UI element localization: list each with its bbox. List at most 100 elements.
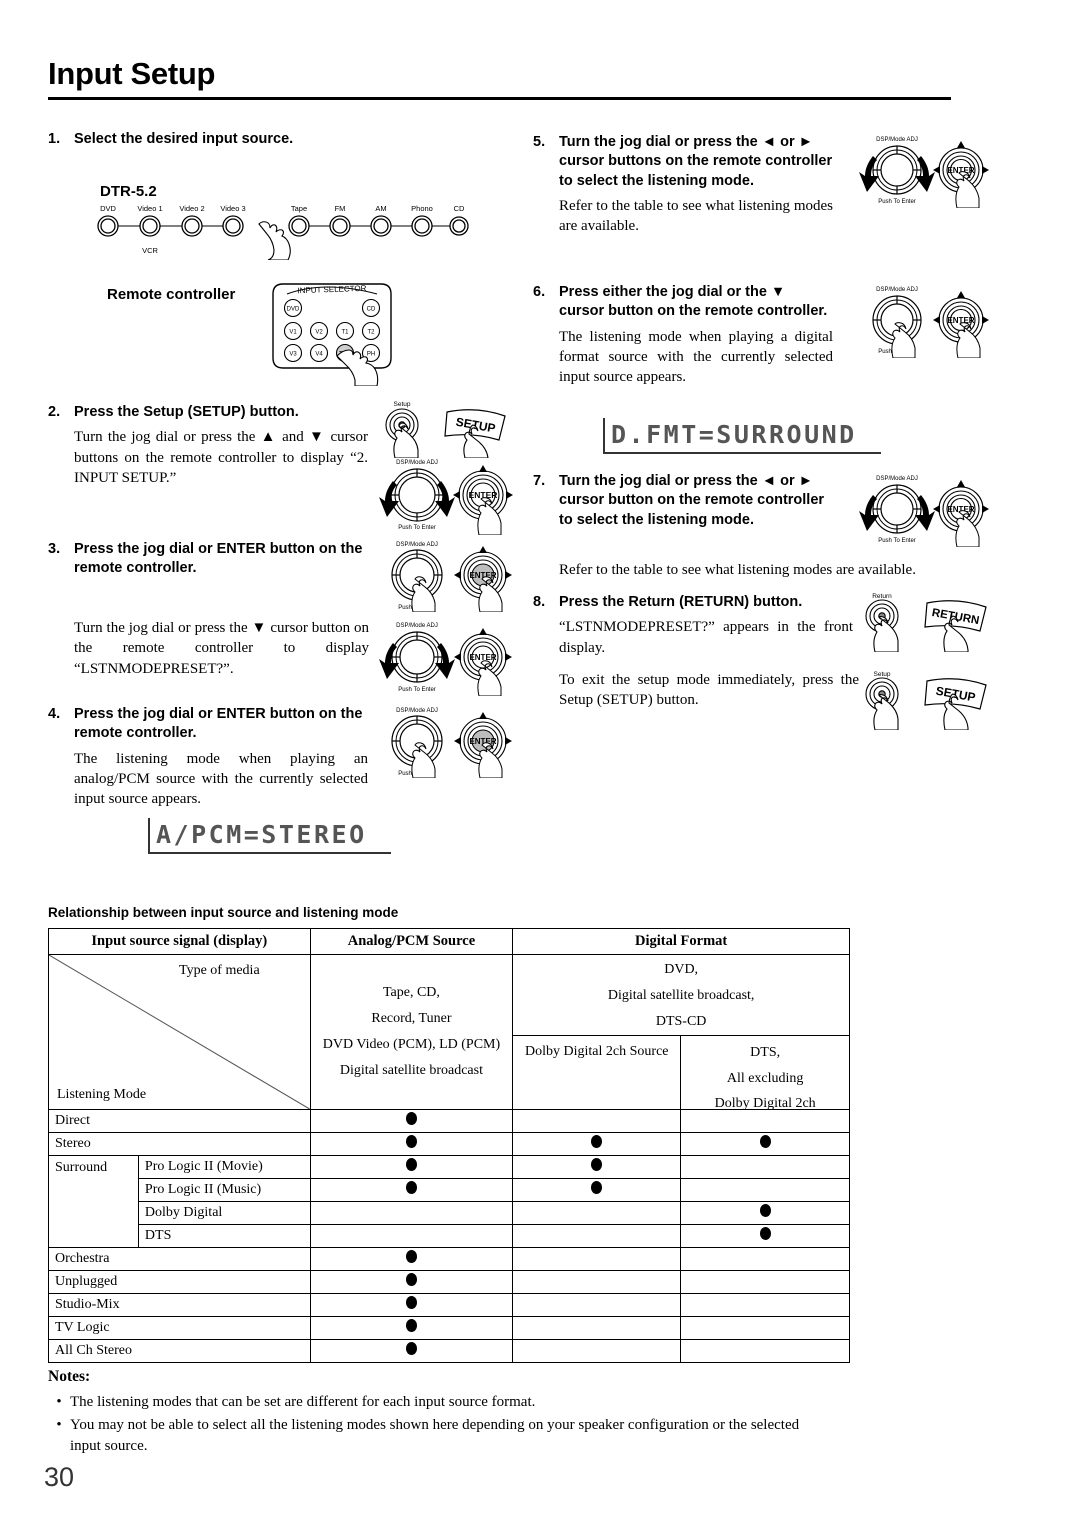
bullet-dot: [591, 1158, 603, 1171]
note-bullet-icon: •: [56, 1394, 62, 1410]
remote-btn-dvd: DVD: [287, 307, 300, 313]
lcd-display-digital-format: D.FMT=SURROUND: [603, 418, 881, 454]
step-5-body: Refer to the table to see what listening…: [559, 197, 833, 235]
step-4-number: 4.: [48, 706, 61, 722]
step-6-heading: 6. Press either the jog dial or the ▼ cu…: [533, 283, 833, 322]
step-3-heading: 3. Press the jog dial or ENTER button on…: [48, 540, 368, 579]
bullet-dot: [405, 1273, 417, 1286]
jog-dial-push-illustration-step6: DSP/Mode ADJ Push To Enter ENTER: [872, 287, 989, 358]
step-4-heading-text: Press the jog dial or ENTER button on th…: [74, 706, 363, 742]
title-divider: [48, 97, 951, 100]
bullet-dot: [405, 1342, 417, 1355]
step-7: 7. Turn the jog dial or press the ◄ or ►…: [533, 472, 833, 530]
dot-orchestra-dd2ch: [512, 1247, 682, 1271]
jog-dial-bottom-label: Push To Enter: [398, 687, 436, 693]
dts-line-3: Dolby Digital 2ch: [714, 1096, 816, 1112]
knob-label-phono: Phono: [411, 204, 433, 213]
step-5-heading: 5. Turn the jog dial or press the ◄ or ►…: [533, 133, 833, 191]
jog-dial-top-label: DSP/Mode ADJ: [876, 476, 918, 482]
jog-dial-top-label: DSP/Mode ADJ: [396, 460, 438, 466]
knob-label-video2: Video 2: [179, 204, 204, 213]
digital-media-line-1: DVD,: [664, 962, 699, 977]
jog-dial-top-label: DSP/Mode ADJ: [396, 542, 438, 548]
remote-btn-ph: PH: [367, 352, 375, 358]
dts-line-2: All excluding: [726, 1070, 804, 1086]
step-8-body: “LSTNMODEPRESET?” appears in the front d…: [559, 619, 853, 656]
step-1-heading: 1. Select the desired input source.: [48, 130, 518, 149]
table-header-row: Input source signal (display) Analog/PCM…: [48, 928, 850, 955]
remote-controller-label: Remote controller: [107, 286, 236, 303]
cell-digital-media-wrapper: DVD, Digital satellite broadcast, DTS-CD…: [512, 954, 850, 1111]
dot-pl2movie-analog: [309, 1155, 514, 1179]
step-8: 8. Press the Return (RETURN) button. “LS…: [533, 593, 853, 658]
mode-label-tv-logic: TV Logic: [48, 1316, 311, 1340]
step-5-heading-text: Turn the jog dial or press the ◄ or ► cu…: [559, 134, 833, 189]
knob-sublabel-vcr: VCR: [142, 246, 158, 255]
digital-media-top: DVD, Digital satellite broadcast, DTS-CD: [513, 955, 849, 1036]
knob-label-video3: Video 3: [220, 204, 245, 213]
bullet-dot: [405, 1250, 417, 1263]
knob-label-video1: Video 1: [137, 204, 162, 213]
return-button-small-label: Return: [872, 593, 892, 600]
bullet-dot: [591, 1181, 603, 1194]
front-panel-input-knobs-illustration: DVD Video 1 Video 2 Video 3 VCR Tape FM …: [97, 204, 469, 260]
bullet-dot: [405, 1181, 417, 1194]
table-row: Pro Logic II (Music): [49, 1178, 850, 1202]
cell-analog-pcm-media: Tape, CD, Record, Tuner DVD Video (PCM),…: [309, 954, 514, 1110]
step-4-body: The listening mode when playing an analo…: [74, 750, 368, 808]
step-8-heading-text: Press the Return (RETURN) button.: [559, 594, 803, 610]
jog-dial-turn-illustration-step3: DSP/Mode ADJ Push To Enter ENTER: [379, 623, 512, 696]
remote-input-selector-illustration: INPUT SELECTOR DVD CD V1 V2 T1 T2 V3 V4 …: [272, 283, 392, 386]
bullet-dot: [759, 1135, 771, 1148]
dot-orchestra-dts: [680, 1247, 850, 1271]
remote-btn-t1: T1: [341, 330, 349, 336]
dot-studiomix-dts: [680, 1293, 850, 1317]
bullet-dot: [591, 1135, 603, 1148]
table-row: Unplugged: [48, 1270, 850, 1294]
jog-dial-top-label: DSP/Mode ADJ: [876, 287, 918, 293]
dot-unplugged-dd2ch: [512, 1270, 682, 1294]
label-type-of-media: Type of media: [179, 963, 260, 978]
bullet-dot: [405, 1158, 417, 1171]
bullet-dot: [405, 1296, 417, 1309]
step-4-heading: 4. Press the jog dial or ENTER button on…: [48, 705, 368, 744]
jog-dial-top-label: DSP/Mode ADJ: [396, 623, 438, 629]
dot-dolbydigital-dts: [680, 1201, 850, 1225]
remote-btn-t2: T2: [367, 330, 375, 336]
pointing-hand-icon: [955, 171, 980, 208]
dot-pl2music-dd2ch: [512, 1178, 682, 1202]
jog-dial-turn-illustration-step7: DSP/Mode ADJ Push To Enter ENTER: [859, 476, 989, 547]
dot-allchstereo-analog: [309, 1339, 514, 1363]
dot-stereo-dd2ch: [512, 1132, 682, 1156]
table-caption: Relationship between input source and li…: [48, 905, 399, 920]
device-model-label: DTR-5.2: [100, 183, 157, 200]
step-7-body: Refer to the table to see what listening…: [559, 562, 916, 578]
notes-title: Notes:: [48, 1368, 91, 1385]
remote-btn-v1: V1: [289, 330, 297, 336]
step-6-number: 6.: [533, 284, 546, 300]
manual-page: Input Setup 1. Select the desired input …: [0, 0, 1080, 1528]
step-2: 2. Press the Setup (SETUP) button. Turn …: [48, 403, 368, 488]
dot-studiomix-dd2ch: [512, 1293, 682, 1317]
dot-dts-analog: [309, 1224, 514, 1248]
relationship-table: Input source signal (display) Analog/PCM…: [48, 928, 850, 1363]
remote-btn-cd: CD: [367, 307, 376, 313]
step-1-heading-text: Select the desired input source.: [74, 131, 294, 147]
step-8-number: 8.: [533, 594, 546, 610]
analog-media-line-4: Digital satellite broadcast: [339, 1062, 483, 1078]
digital-media-subrow: Dolby Digital 2ch Source DTS, All exclud…: [513, 1035, 849, 1111]
page-title: Input Setup: [48, 56, 216, 91]
table-row: DTS: [49, 1224, 850, 1248]
jog-dial-turn-illustration-step5: DSP/Mode ADJ Push To Enter ENTER: [859, 137, 989, 208]
bullet-dot: [759, 1204, 771, 1217]
dot-stereo-dts: [680, 1132, 850, 1156]
step-8-heading: 8. Press the Return (RETURN) button.: [533, 593, 853, 612]
jog-dial-top-label: DSP/Mode ADJ: [876, 137, 918, 143]
dot-pl2music-analog: [309, 1178, 514, 1202]
note-item: • The listening modes that can be set ar…: [48, 1392, 808, 1412]
table-media-row: Type of media Listening Mode Tape, CD, R…: [48, 954, 850, 1111]
mode-label-studio-mix: Studio-Mix: [48, 1293, 311, 1317]
step-7-heading-text: Turn the jog dial or press the ◄ or ► cu…: [559, 473, 825, 528]
knob-label-fm: FM: [335, 204, 346, 213]
step-6-heading-text: Press either the jog dial or the ▼ curso…: [559, 284, 828, 320]
